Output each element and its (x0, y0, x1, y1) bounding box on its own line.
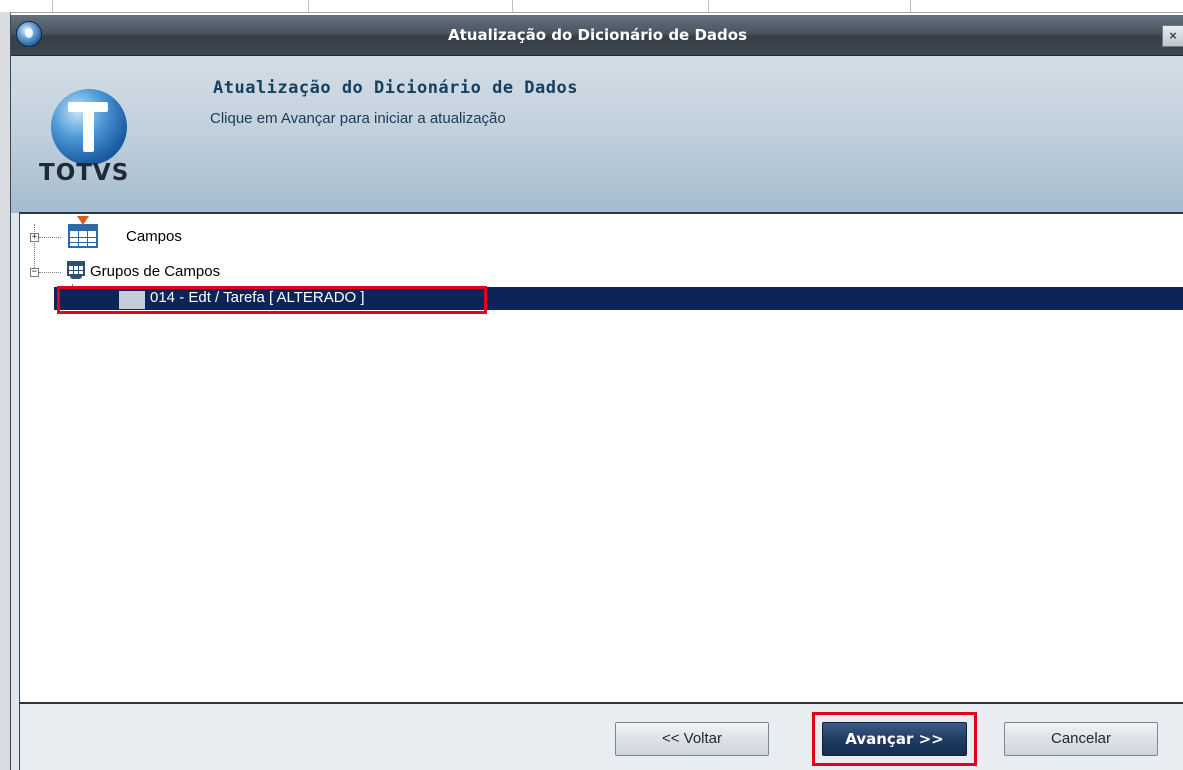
button-bar: << Voltar Avançar >> Cancelar (19, 704, 1183, 770)
field-group-icon (67, 261, 85, 279)
close-button[interactable]: × (1162, 25, 1183, 47)
next-highlight-annotation (812, 712, 977, 766)
parent-window-strip (0, 0, 1183, 13)
collapse-grupos-icon[interactable]: − (30, 268, 39, 277)
expand-campos-icon[interactable]: + (30, 233, 39, 242)
dictionary-tree[interactable]: + Campos − Grupos de Campos 014 - Edt / … (19, 212, 1183, 702)
back-button[interactable]: << Voltar (615, 722, 769, 756)
window-title: Atualização do Dicionário de Dados (448, 26, 747, 44)
wizard-subtitle: Clique em Avançar para iniciar a atualiz… (210, 110, 506, 127)
tree-item-campos[interactable]: Campos (126, 225, 182, 249)
totvs-logo-text: TOTVS (39, 160, 130, 186)
cancel-button[interactable]: Cancelar (1004, 722, 1158, 756)
totvs-logo-t-stem (83, 108, 94, 152)
tree-item-grupos-de-campos[interactable]: Grupos de Campos (90, 260, 220, 284)
highlight-annotation (57, 286, 487, 314)
update-dialog: Atualização do Dicionário de Dados × TOT… (10, 15, 1183, 770)
title-bar: Atualização do Dicionário de Dados × (11, 15, 1183, 56)
table-fields-icon (68, 216, 98, 248)
wizard-title: Atualização do Dicionário de Dados (213, 78, 578, 98)
wizard-header: TOTVS Atualização do Dicionário de Dados… (11, 56, 1183, 213)
